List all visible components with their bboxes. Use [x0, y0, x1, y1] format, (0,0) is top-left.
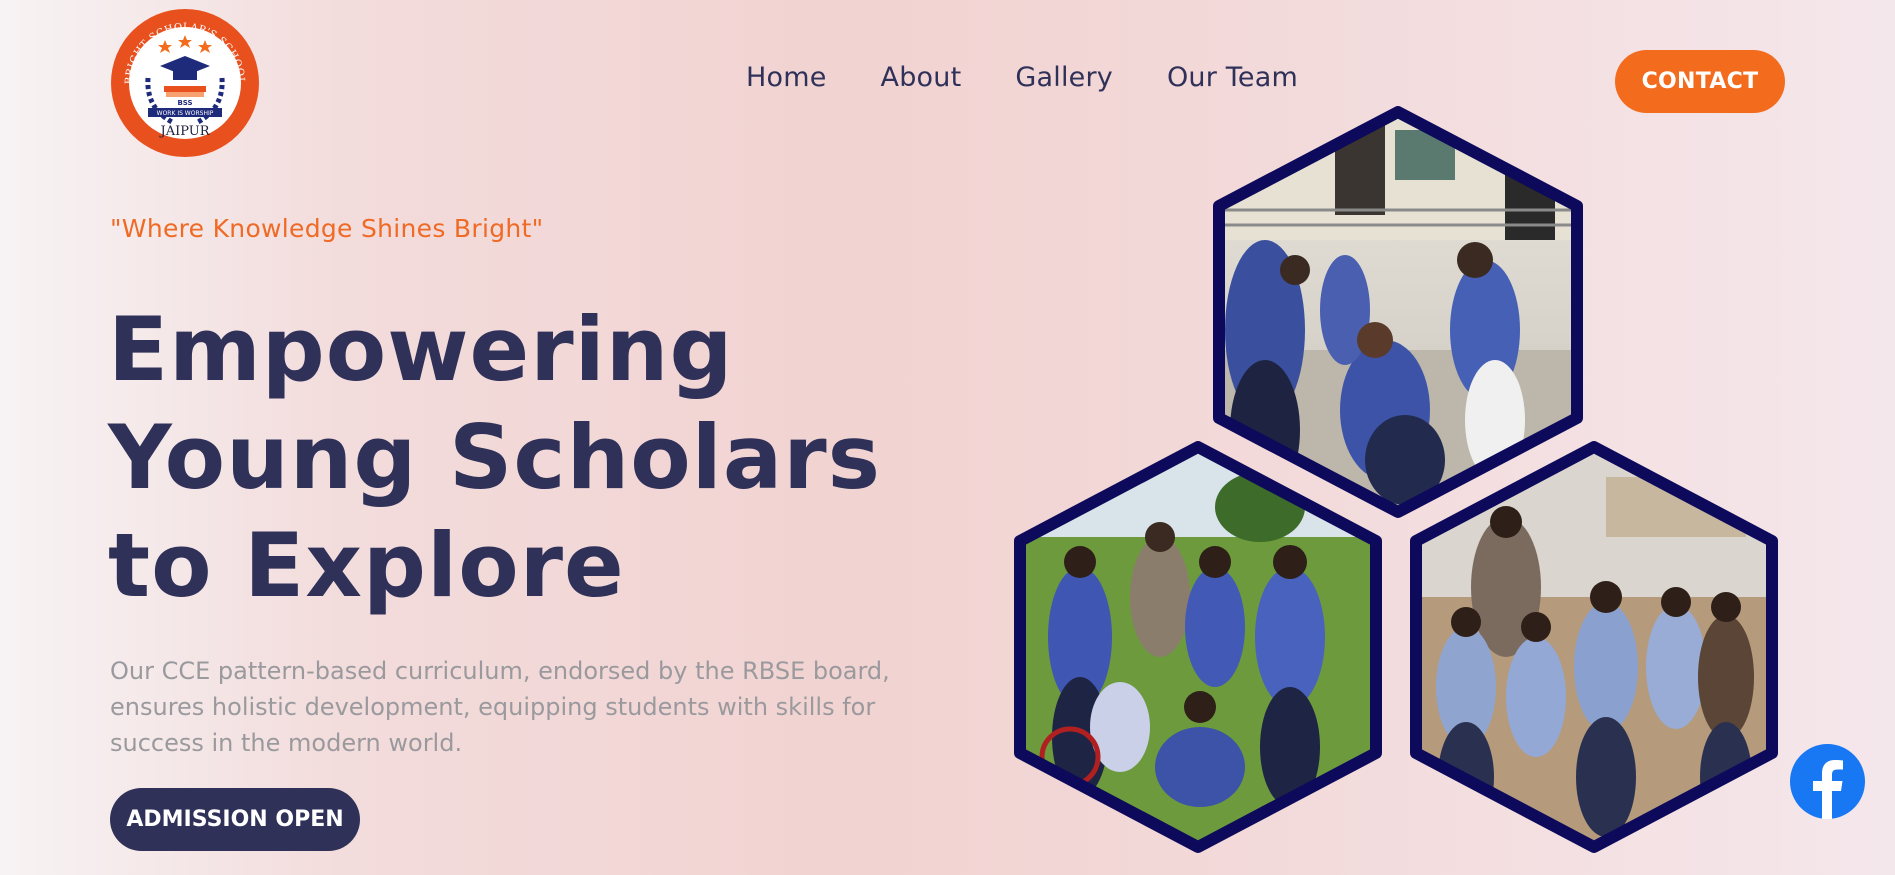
facebook-icon[interactable]: [1790, 744, 1865, 819]
nav-home[interactable]: Home: [746, 62, 827, 93]
hero-description: Our CCE pattern-based curriculum, endors…: [110, 657, 890, 757]
logo-motto: WORK IS WORSHIP: [157, 110, 214, 117]
nav-gallery[interactable]: Gallery: [1015, 62, 1113, 93]
logo-city: JAIPUR: [159, 124, 211, 139]
students-group-photo: [1410, 441, 1778, 853]
contact-button[interactable]: CONTACT: [1615, 50, 1785, 113]
headline-line-2: Young Scholars: [108, 406, 881, 509]
headline-line-1: Empowering: [108, 298, 734, 401]
tagline: "Where Knowledge Shines Bright": [110, 214, 544, 243]
nav-our-team[interactable]: Our Team: [1167, 62, 1298, 93]
admission-open-button[interactable]: ADMISSION OPEN: [110, 788, 360, 851]
nav-about[interactable]: About: [881, 62, 962, 93]
school-logo[interactable]: BRIGHT SCHOLAR'S SCHOOL BSS WORK IS WORS…: [110, 8, 260, 158]
main-nav: Home About Gallery Our Team: [746, 62, 1298, 93]
headline-line-3: to Explore: [108, 514, 625, 617]
logo-initials: BSS: [177, 99, 192, 107]
students-with-racket-photo: [1014, 441, 1382, 853]
hero-headline: Empowering Young Scholars to Explore: [108, 296, 881, 620]
